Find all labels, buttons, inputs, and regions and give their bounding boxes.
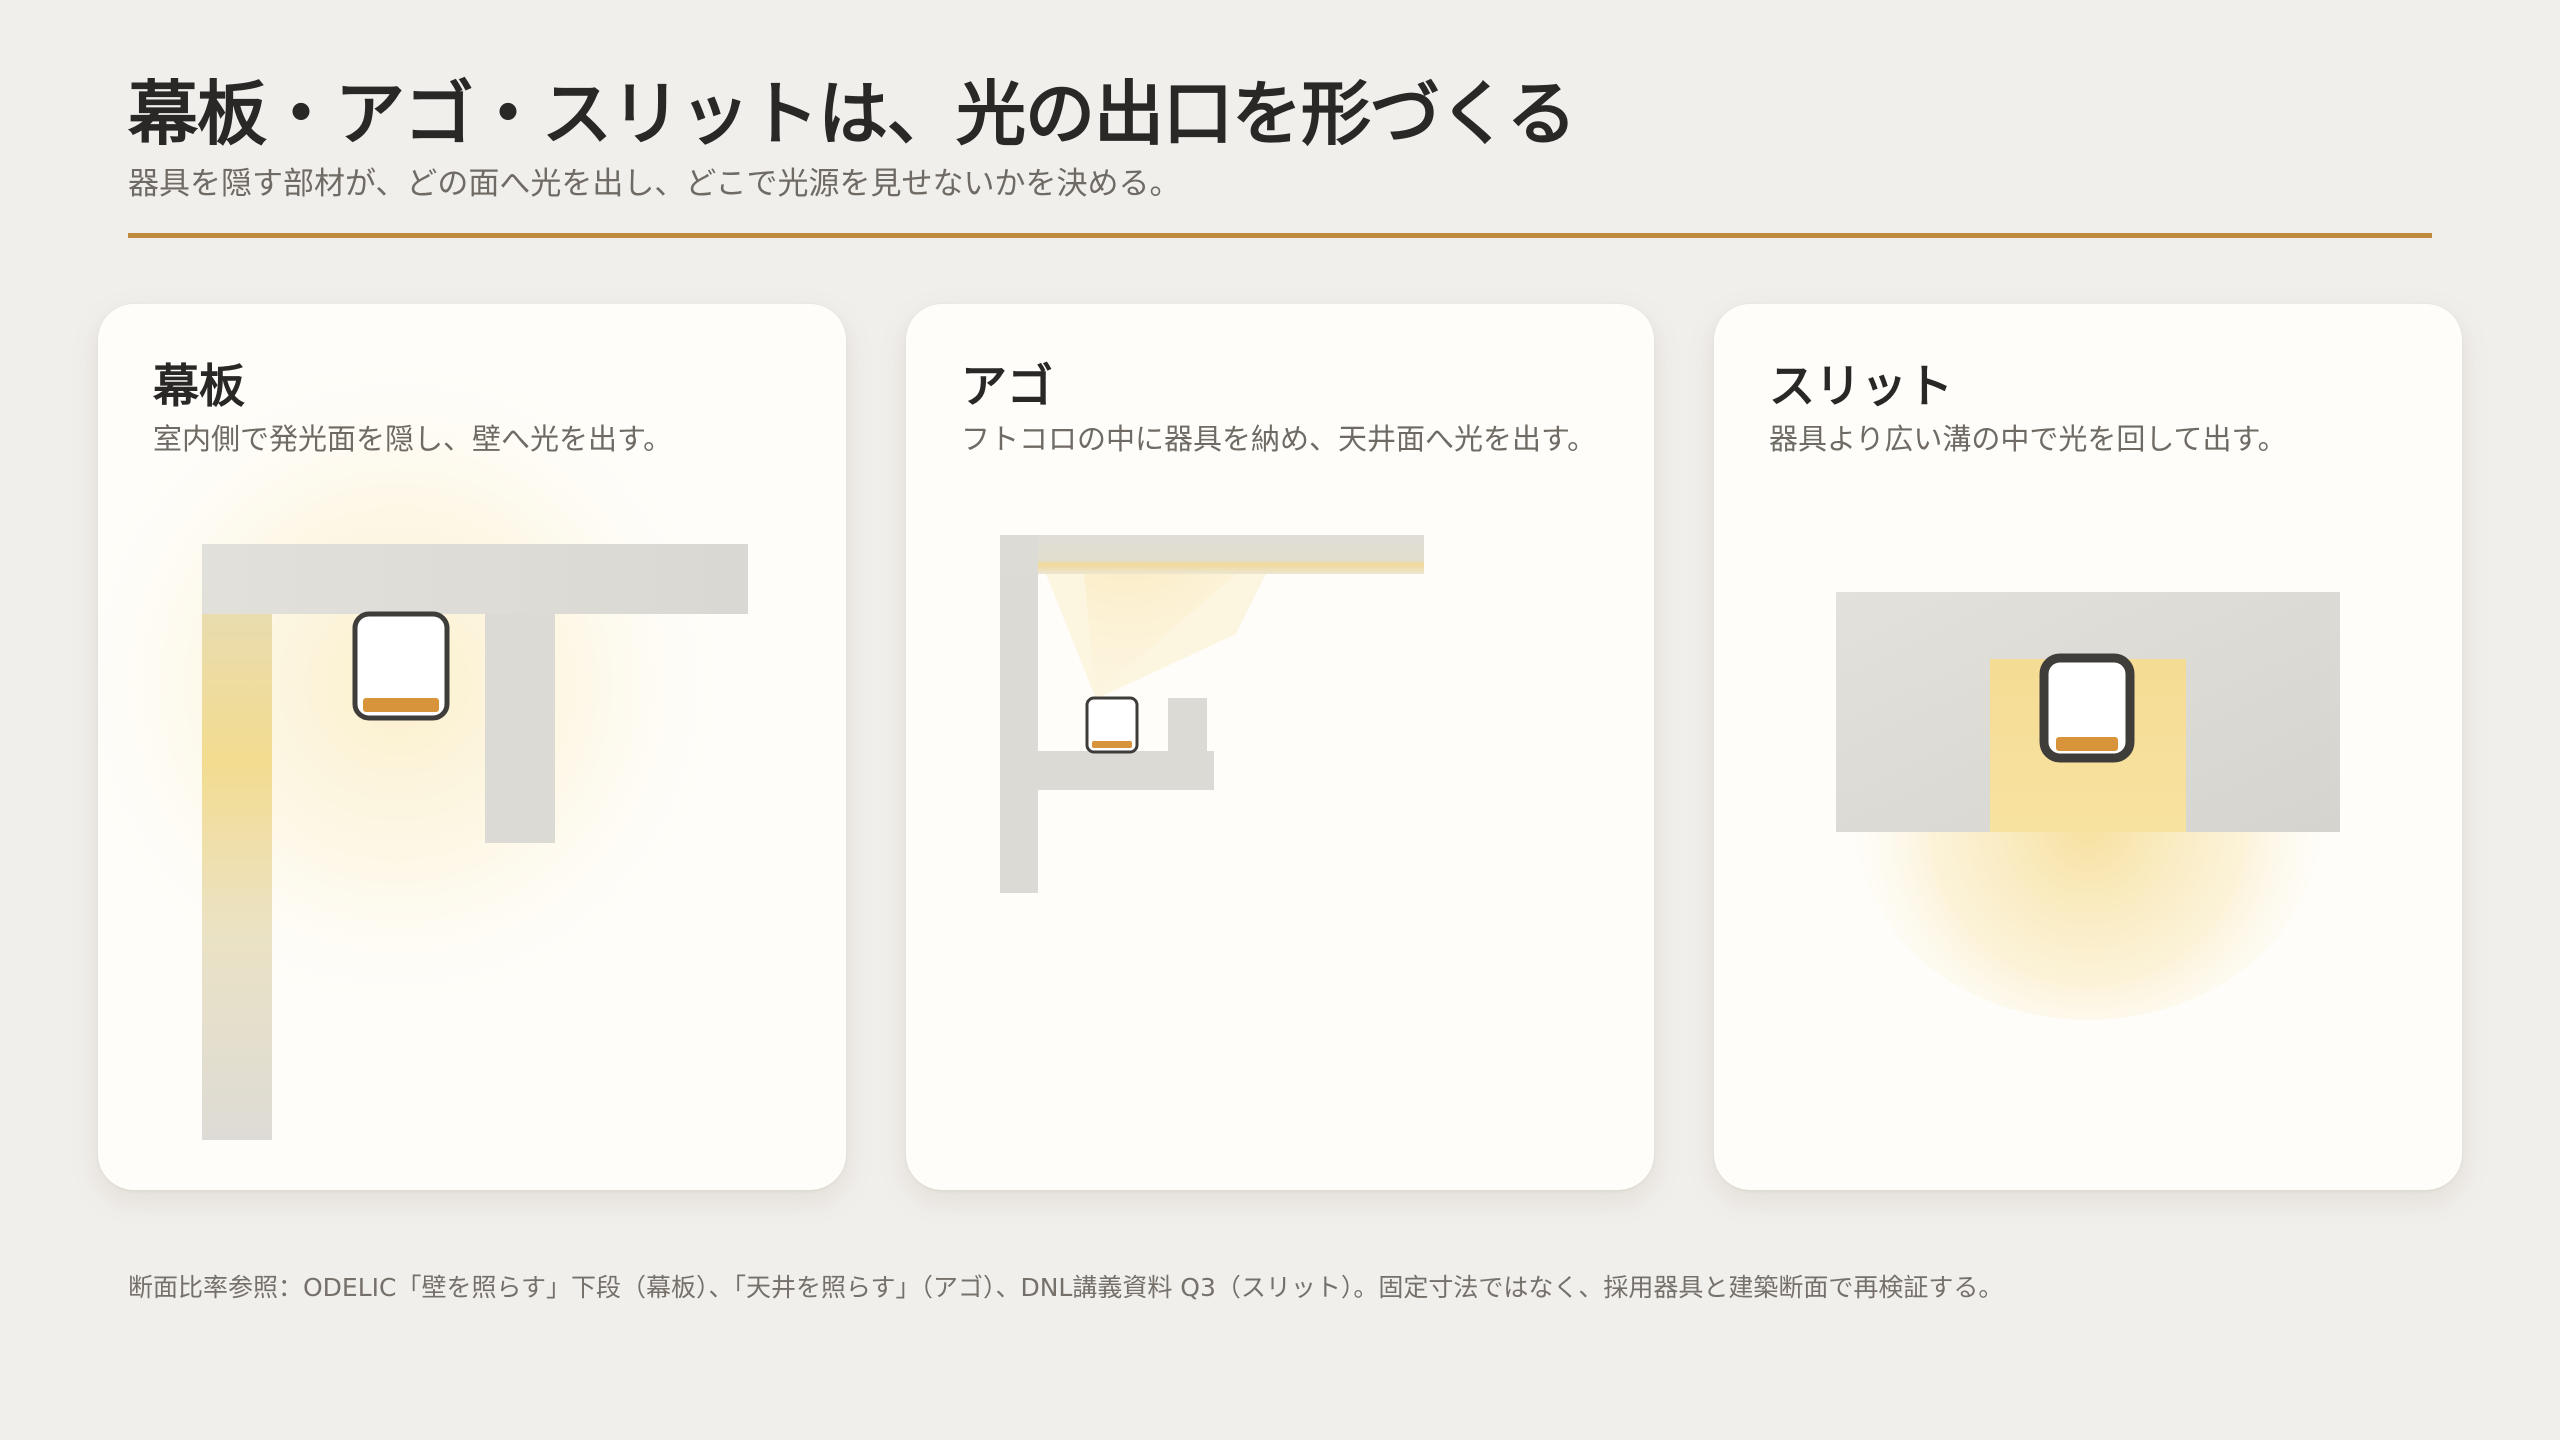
card-description: 器具より広い溝の中で光を回して出す。: [1769, 422, 2287, 456]
card-makuita: 幕板 室内側で発光面を隠し、壁へ光を出す。: [98, 304, 846, 1190]
lit-wall: [202, 614, 272, 1140]
ago-lip: [1168, 698, 1207, 790]
page-title: 幕板・アゴ・スリットは、光の出口を形づくる: [128, 73, 1577, 155]
led-fixture-icon: [2039, 653, 2135, 763]
accent-divider: [128, 233, 2432, 238]
card-title: アゴ: [961, 359, 1053, 413]
ceiling-slab: [1000, 535, 1424, 574]
led-fixture-icon: [352, 611, 450, 721]
card-description: 室内側で発光面を隠し、壁へ光を出す。: [153, 422, 673, 456]
ceiling-slab: [202, 544, 748, 614]
card-description: フトコロの中に器具を納め、天井面へ光を出す。: [961, 422, 1597, 456]
card-ago: アゴ フトコロの中に器具を納め、天井面へ光を出す。: [906, 304, 1654, 1190]
card-slit: スリット 器具より広い溝の中で光を回して出す。: [1714, 304, 2462, 1190]
page-subtitle: 器具を隠す部材が、どの面へ光を出し、どこで光源を見せないかを決める。: [128, 166, 1181, 202]
card-title: 幕板: [153, 359, 245, 413]
reference-footnote: 断面比率参照：ODELIC「壁を照らす」下段（幕板）、「天井を照らす」（アゴ）、…: [128, 1273, 2004, 1302]
makuita-panel: [485, 614, 555, 843]
card-title: スリット: [1769, 359, 1953, 413]
wall: [1000, 574, 1038, 893]
led-fixture-icon: [1085, 696, 1139, 754]
ceiling-top-extension: [1000, 535, 1038, 574]
